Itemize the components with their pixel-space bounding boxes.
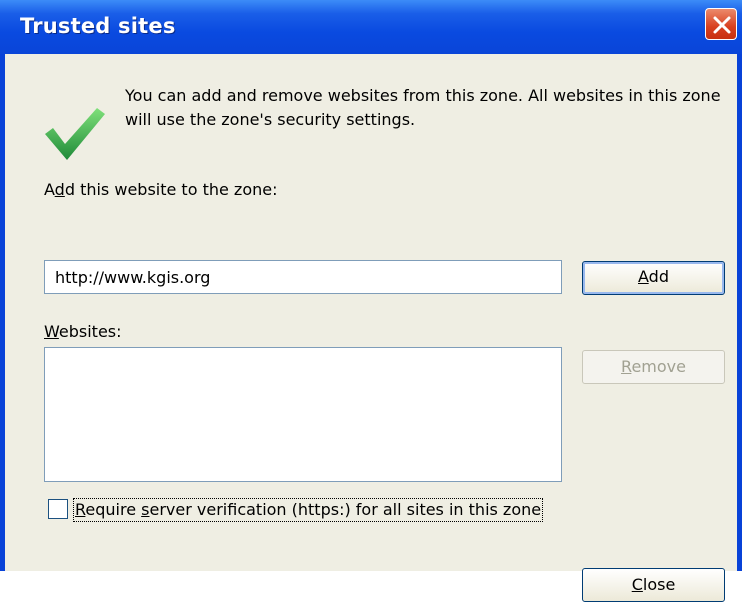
add-website-label: Add this website to the zone: <box>44 180 278 199</box>
websites-list[interactable] <box>44 347 562 482</box>
close-button[interactable]: Close <box>582 568 725 602</box>
add-button[interactable]: Add <box>582 261 725 295</box>
checkmark-icon <box>45 108 105 160</box>
zone-description: You can add and remove websites from thi… <box>125 86 721 129</box>
websites-label: Websites: <box>44 322 122 341</box>
require-https-label[interactable]: Require server verification (https:) for… <box>73 498 544 522</box>
website-url-input[interactable]: http://www.kgis.org <box>44 260 562 294</box>
trusted-sites-dialog: Trusted sites You can add and remove web… <box>0 0 742 602</box>
require-https-checkbox[interactable] <box>48 499 68 519</box>
title-close-button[interactable] <box>705 8 737 40</box>
dialog-body: You can add and remove websites from thi… <box>5 54 737 602</box>
title-bar[interactable]: Trusted sites <box>0 0 742 54</box>
remove-button[interactable]: Remove <box>582 350 725 384</box>
dialog-title: Trusted sites <box>20 14 176 38</box>
close-icon <box>713 16 731 34</box>
